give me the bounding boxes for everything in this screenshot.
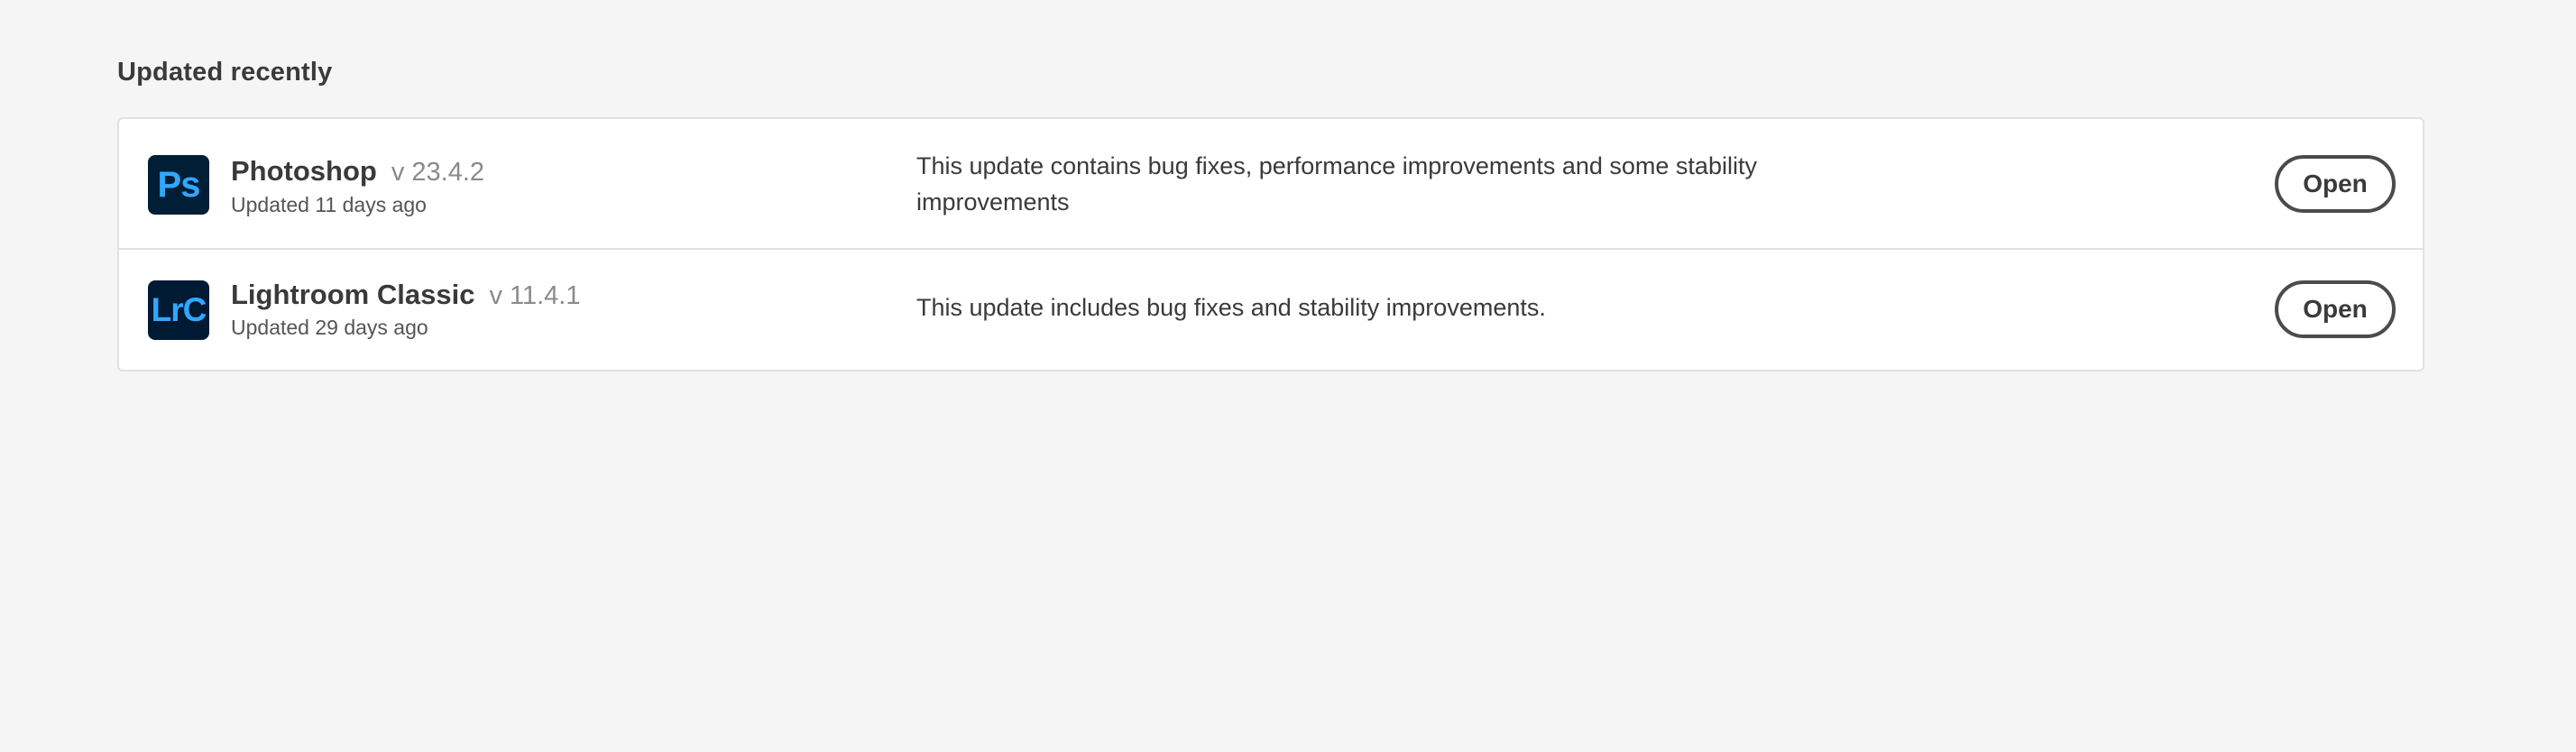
app-updated-time: Updated 29 days ago xyxy=(231,316,428,339)
app-name-line: Lightroom Classic v 11.4.1 xyxy=(231,279,580,311)
open-photoshop-button[interactable]: Open xyxy=(2275,155,2396,213)
app-name: Photoshop xyxy=(231,155,377,187)
app-name: Lightroom Classic xyxy=(231,279,475,310)
photoshop-app-icon: Ps xyxy=(148,155,209,215)
app-row-photoshop: Ps Photoshop v 23.4.2 Updated 11 days ag… xyxy=(119,119,2423,250)
app-version: v 11.4.1 xyxy=(489,281,581,310)
app-update-description: This update includes bug fixes and stabi… xyxy=(916,294,1546,321)
app-update-description: This update contains bug fixes, performa… xyxy=(916,152,1757,216)
open-lightroom-classic-button[interactable]: Open xyxy=(2275,280,2396,338)
app-name-line: Photoshop v 23.4.2 xyxy=(231,155,484,188)
updated-apps-list: Ps Photoshop v 23.4.2 Updated 11 days ag… xyxy=(117,117,2424,371)
lightroom-classic-app-icon: LrC xyxy=(148,280,209,340)
section-title: Updated recently xyxy=(117,58,333,87)
app-version: v 23.4.2 xyxy=(391,158,485,187)
app-updated-time: Updated 11 days ago xyxy=(231,193,427,216)
app-row-lightroom-classic: LrC Lightroom Classic v 11.4.1 Updated 2… xyxy=(119,250,2423,370)
